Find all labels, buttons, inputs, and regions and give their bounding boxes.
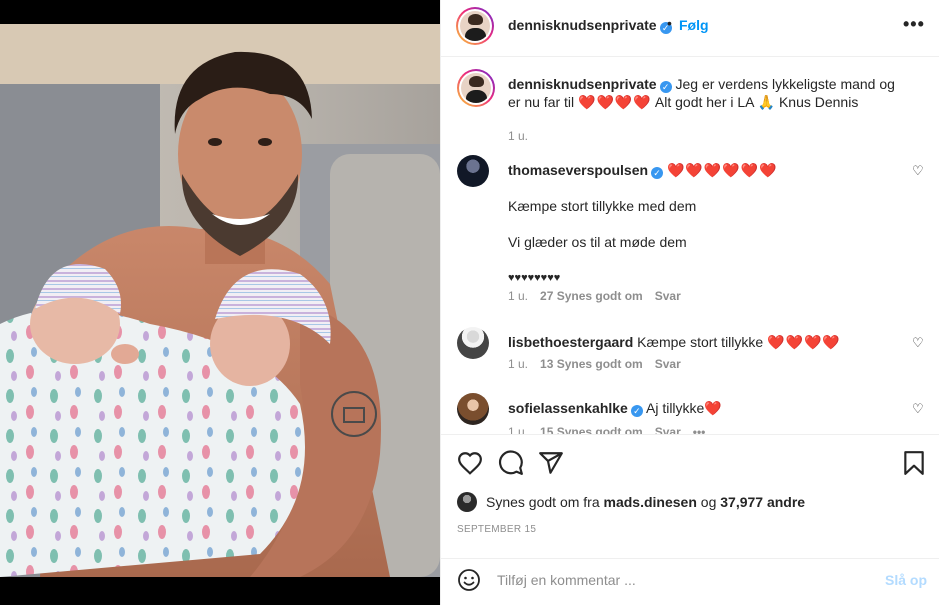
caption-meta: 1 u.	[508, 129, 528, 143]
caption-time[interactable]: 1 u.	[508, 129, 528, 143]
author-username-text[interactable]: dennisknudsenprivate	[508, 17, 657, 33]
comment-body: sofielassenkahlke ✓ Aj tillykke❤️	[508, 399, 908, 417]
author-avatar-ring[interactable]	[456, 7, 494, 45]
caption: dennisknudsenprivate ✓ Jeg er verdens lyk…	[457, 69, 927, 143]
comment-line: Kæmpe stort tillykke med dem	[508, 198, 697, 214]
comment-text: Kæmpe stort tillykke	[637, 334, 764, 350]
header-separator: •	[667, 15, 672, 31]
caption-hearts: ❤️❤️❤️❤️	[578, 94, 652, 110]
comment-item: sofielassenkahlke ✓ Aj tillykke❤️ ♡ 1 u. 1…	[457, 393, 927, 434]
comment-input[interactable]	[497, 570, 867, 590]
comment-text: Aj tillykke	[645, 400, 705, 416]
liker-username[interactable]: mads.dinesen	[604, 494, 697, 510]
reply-button[interactable]: Svar	[655, 289, 681, 303]
comment-username[interactable]: sofielassenkahlke	[508, 400, 628, 416]
comment-likes[interactable]: 13 Synes godt om	[540, 357, 643, 371]
commenter-avatar[interactable]	[457, 393, 489, 425]
likes-summary[interactable]: Synes godt om fra mads.dinesen og 37,977…	[457, 492, 805, 512]
post-date[interactable]: SEPTEMBER 15	[457, 524, 536, 535]
comment-composer: Slå op	[441, 558, 939, 605]
post-actions: Synes godt om fra mads.dinesen og 37,977…	[441, 434, 939, 558]
comments-list[interactable]: dennisknudsenprivate ✓ Jeg er verdens lyk…	[441, 57, 939, 434]
caption-avatar[interactable]	[461, 73, 491, 103]
post-media-pane	[0, 0, 440, 605]
comment-line: Vi glæder os til at møde dem	[508, 234, 687, 250]
heart-outline-icon[interactable]	[457, 451, 483, 475]
caption-username[interactable]: dennisknudsenprivate	[508, 76, 657, 92]
comment-body: lisbethoestergaard Kæmpe stort tillykke …	[508, 333, 908, 351]
smiley-icon[interactable]	[457, 568, 481, 592]
verified-badge-icon: ✓	[630, 405, 643, 417]
reply-button[interactable]: Svar	[655, 357, 681, 371]
comment-like-heart-icon[interactable]: ♡	[912, 163, 924, 179]
comment-likes[interactable]: 27 Synes godt om	[540, 289, 643, 303]
photo-illustration	[0, 24, 440, 577]
more-options-icon[interactable]: •••	[903, 14, 925, 35]
likes-middle: og	[700, 494, 717, 510]
pray-emoji-icon: 🙏	[757, 94, 776, 110]
comment-item: thomaseverspoulsen ✓ ❤️❤️❤️❤️❤️❤️ Kæmpe s…	[457, 155, 927, 305]
caption-avatar-ring[interactable]	[457, 69, 495, 107]
author-username[interactable]: dennisknudsenprivate ✓	[508, 17, 672, 34]
comment-like-heart-icon[interactable]: ♡	[912, 401, 924, 417]
follow-button[interactable]: Følg	[679, 17, 709, 33]
comment-more-icon[interactable]: •••	[693, 425, 706, 434]
comment-line: ♥♥♥♥♥♥♥♥	[508, 272, 561, 284]
comment-username[interactable]: lisbethoestergaard	[508, 334, 633, 350]
comment-bubble-icon[interactable]	[498, 450, 524, 476]
likes-prefix: Synes godt om fra	[486, 494, 600, 510]
post-photo[interactable]	[0, 24, 440, 577]
liker-avatar[interactable]	[457, 492, 477, 512]
comment-time[interactable]: 1 u.	[508, 357, 528, 371]
caption-body: dennisknudsenprivate ✓ Jeg er verdens lyk…	[508, 75, 908, 111]
comment-meta: 1 u. 13 Synes godt om Svar	[508, 357, 681, 371]
comment-username[interactable]: thomaseverspoulsen	[508, 162, 648, 178]
comment-time[interactable]: 1 u.	[508, 425, 528, 434]
comment-item: lisbethoestergaard Kæmpe stort tillykke …	[457, 327, 927, 377]
post-header: dennisknudsenprivate ✓ • Følg •••	[441, 0, 939, 57]
commenter-avatar[interactable]	[457, 327, 489, 359]
comment-hearts: ❤️❤️❤️❤️❤️❤️	[666, 162, 778, 178]
comment-like-heart-icon[interactable]: ♡	[912, 335, 924, 351]
comment-hearts: ❤️	[704, 400, 723, 416]
comment-body: thomaseverspoulsen ✓ ❤️❤️❤️❤️❤️❤️ Kæmpe s…	[508, 161, 908, 287]
post-side-panel: dennisknudsenprivate ✓ • Følg ••• dennisk…	[440, 0, 939, 605]
bookmark-icon[interactable]	[903, 450, 925, 476]
caption-text-suffix: Knus Dennis	[778, 94, 859, 110]
comment-meta: 1 u. 15 Synes godt om Svar •••	[508, 425, 705, 434]
comment-time[interactable]: 1 u.	[508, 289, 528, 303]
comment-likes[interactable]: 15 Synes godt om	[540, 425, 643, 434]
paper-plane-icon[interactable]	[538, 450, 564, 476]
post-comment-button[interactable]: Slå op	[885, 572, 927, 588]
commenter-avatar[interactable]	[457, 155, 489, 187]
reply-button[interactable]: Svar	[655, 425, 681, 434]
comment-hearts: ❤️❤️❤️❤️	[767, 334, 841, 350]
verified-badge-icon: ✓	[659, 81, 672, 93]
verified-badge-icon: ✓	[651, 167, 664, 179]
comment-meta: 1 u. 27 Synes godt om Svar	[508, 289, 681, 303]
likes-count[interactable]: 37,977 andre	[720, 494, 805, 510]
caption-text-middle: Alt godt her i LA	[654, 94, 754, 110]
author-avatar[interactable]	[460, 11, 490, 41]
